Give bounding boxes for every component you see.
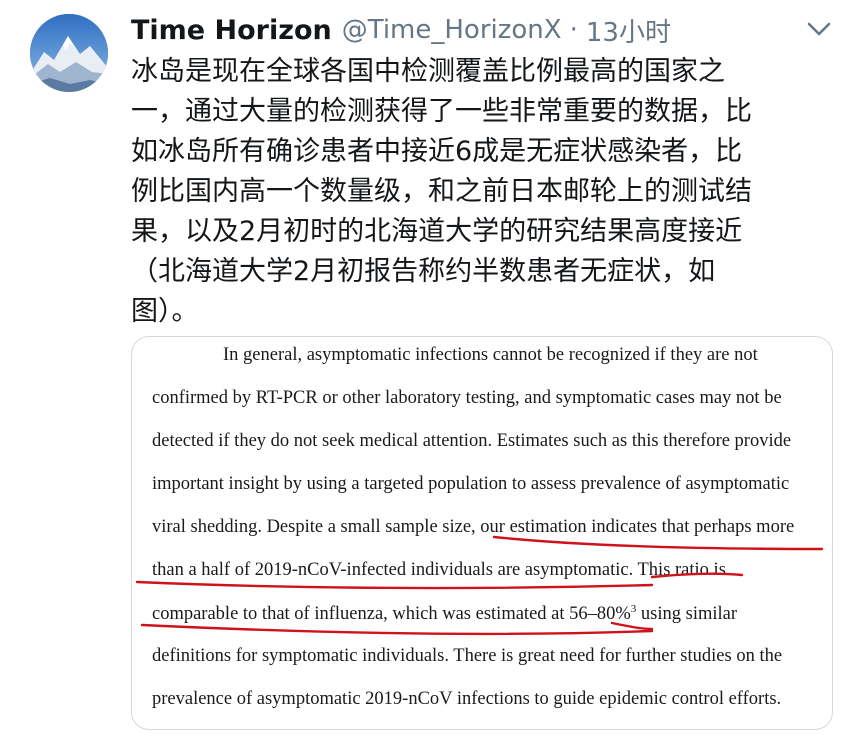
doc-line-tail: using similar <box>636 604 738 624</box>
tweet-timestamp[interactable]: 13小时 <box>586 12 671 49</box>
doc-line: definitions for symptomatic individuals.… <box>152 646 783 666</box>
doc-line: viral shedding. Despite a small sample s… <box>152 517 795 537</box>
doc-line: prevalence of asymptomatic 2019-nCoV inf… <box>152 689 782 709</box>
author-handle[interactable]: @Time_HorizonX <box>342 15 562 45</box>
doc-line-text: comparable to that of influenza, which w… <box>152 604 631 624</box>
document-excerpt: In general, asymptomatic infections cann… <box>132 337 832 729</box>
doc-line: confirmed by RT-PCR or other laboratory … <box>152 388 782 408</box>
tweet-text: 冰岛是现在全球各国中检测覆盖比例最高的国家之 一，通过大量的检测获得了一些非常重… <box>131 56 752 327</box>
header-separator: · <box>569 15 578 45</box>
chevron-down-icon[interactable] <box>805 17 833 41</box>
doc-line: comparable to that of influenza, which w… <box>152 603 737 625</box>
tweet-image[interactable]: In general, asymptomatic infections cann… <box>131 336 833 730</box>
snowy-mountain-avatar-icon <box>30 14 108 92</box>
avatar[interactable] <box>30 14 108 92</box>
doc-line: than a half of 2019-nCoV-infected indivi… <box>152 560 726 580</box>
doc-line: important insight by using a targeted po… <box>152 474 790 494</box>
tweet-header: Time Horizon @Time_HorizonX · 13小时 <box>131 10 831 50</box>
author-display-name[interactable]: Time Horizon <box>131 15 332 46</box>
doc-line: detected if they do not seek medical att… <box>152 431 792 451</box>
doc-line: In general, asymptomatic infections cann… <box>223 345 758 365</box>
